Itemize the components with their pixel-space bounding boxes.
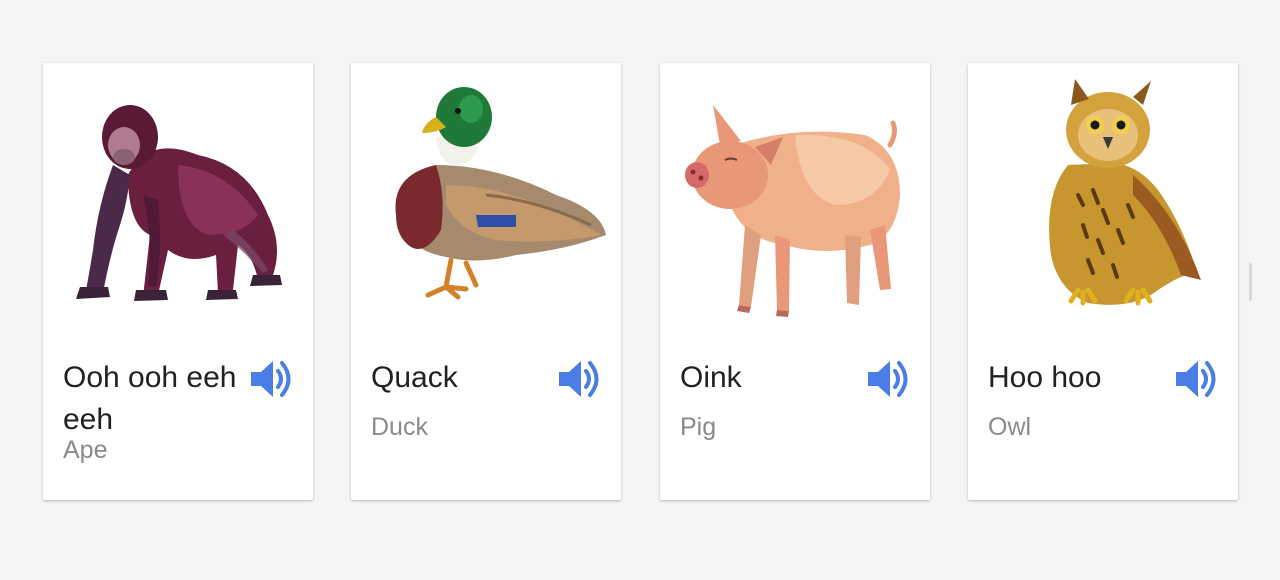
animal-card-ape[interactable]: Ooh ooh eeh eeh Ape: [43, 63, 313, 500]
pig-illustration: [675, 75, 915, 320]
owl-illustration: [983, 75, 1223, 320]
carousel-scroll-indicator[interactable]: [1249, 263, 1252, 301]
sound-text: Ooh ooh eeh eeh: [63, 361, 237, 436]
animal-name: Owl: [988, 413, 1032, 441]
sound-text: Quack: [371, 361, 458, 394]
animal-name: Ape: [63, 436, 108, 464]
animal-card-duck[interactable]: Quack Duck: [351, 63, 621, 500]
animal-name: Pig: [680, 413, 717, 441]
volume-up-icon[interactable]: [249, 357, 299, 401]
sound-text: Hoo hoo: [988, 361, 1102, 394]
ape-illustration: [58, 75, 298, 320]
volume-up-icon[interactable]: [557, 357, 607, 401]
animal-name: Duck: [371, 413, 428, 441]
animal-card-owl[interactable]: Hoo hoo Owl: [968, 63, 1238, 500]
volume-up-icon[interactable]: [866, 357, 916, 401]
animal-card-pig[interactable]: Oink Pig: [660, 63, 930, 500]
animal-sounds-carousel: Ooh ooh eeh eeh Ape Quack Duck Oink Pig …: [0, 0, 1280, 580]
duck-illustration: [366, 75, 606, 320]
volume-up-icon[interactable]: [1174, 357, 1224, 401]
sound-text: Oink: [680, 361, 742, 394]
